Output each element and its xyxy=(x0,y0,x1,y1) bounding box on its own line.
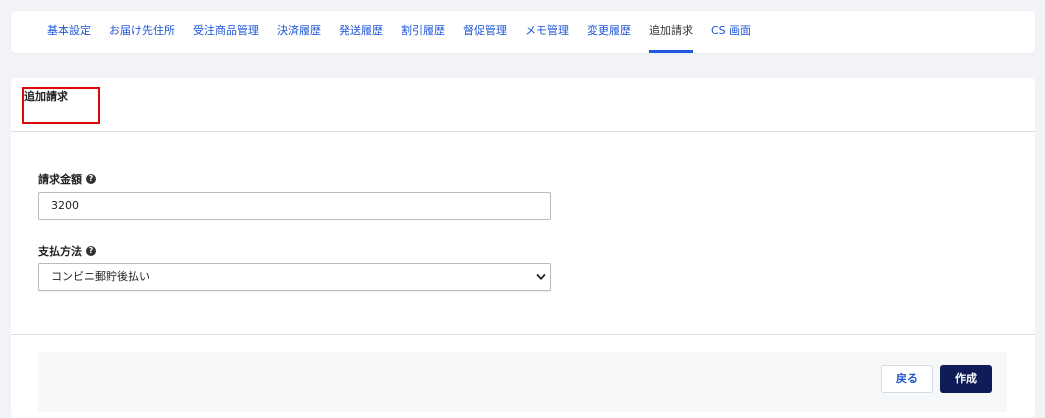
tab-payment-history[interactable]: 決済履歴 xyxy=(277,11,321,53)
additional-billing-panel: 追加請求 請求金額 ? 3200 支払方法 ? コンビニ郵貯後払い 戻る 作成 xyxy=(11,78,1035,418)
tab-shipping-history[interactable]: 発送履歴 xyxy=(339,11,383,53)
section-title: 追加請求 xyxy=(24,90,68,103)
tab-order-items[interactable]: 受注商品管理 xyxy=(193,11,259,53)
payment-method-select[interactable]: コンビニ郵貯後払い xyxy=(38,263,551,291)
payment-method-label: 支払方法 ? xyxy=(38,243,96,259)
tab-bar: 基本設定 お届け先住所 受注商品管理 決済履歴 発送履歴 割引履歴 督促管理 メ… xyxy=(11,11,1035,53)
amount-label: 請求金額 ? xyxy=(38,171,96,187)
amount-label-text: 請求金額 xyxy=(38,173,82,186)
tab-reminder-management[interactable]: 督促管理 xyxy=(463,11,507,53)
create-button[interactable]: 作成 xyxy=(940,365,992,393)
tab-basic-settings[interactable]: 基本設定 xyxy=(47,11,91,53)
chevron-down-icon xyxy=(536,274,546,280)
tab-memo-management[interactable]: メモ管理 xyxy=(525,11,569,53)
tab-cs-screen[interactable]: CS 画面 xyxy=(711,11,751,53)
payment-method-label-text: 支払方法 xyxy=(38,245,82,258)
header-divider xyxy=(11,131,1035,132)
question-circle-icon[interactable]: ? xyxy=(86,174,96,184)
tab-change-history[interactable]: 変更履歴 xyxy=(587,11,631,53)
tab-delivery-address[interactable]: お届け先住所 xyxy=(109,11,175,53)
footer-divider xyxy=(11,334,1035,335)
action-bar: 戻る 作成 xyxy=(38,352,1007,412)
tab-list: 基本設定 お届け先住所 受注商品管理 決済履歴 発送履歴 割引履歴 督促管理 メ… xyxy=(47,11,769,53)
question-circle-icon[interactable]: ? xyxy=(86,246,96,256)
back-button[interactable]: 戻る xyxy=(881,365,933,393)
tab-discount-history[interactable]: 割引履歴 xyxy=(401,11,445,53)
payment-method-selected: コンビニ郵貯後払い xyxy=(51,270,150,283)
tab-additional-billing[interactable]: 追加請求 xyxy=(649,11,693,53)
amount-input[interactable]: 3200 xyxy=(38,192,551,220)
